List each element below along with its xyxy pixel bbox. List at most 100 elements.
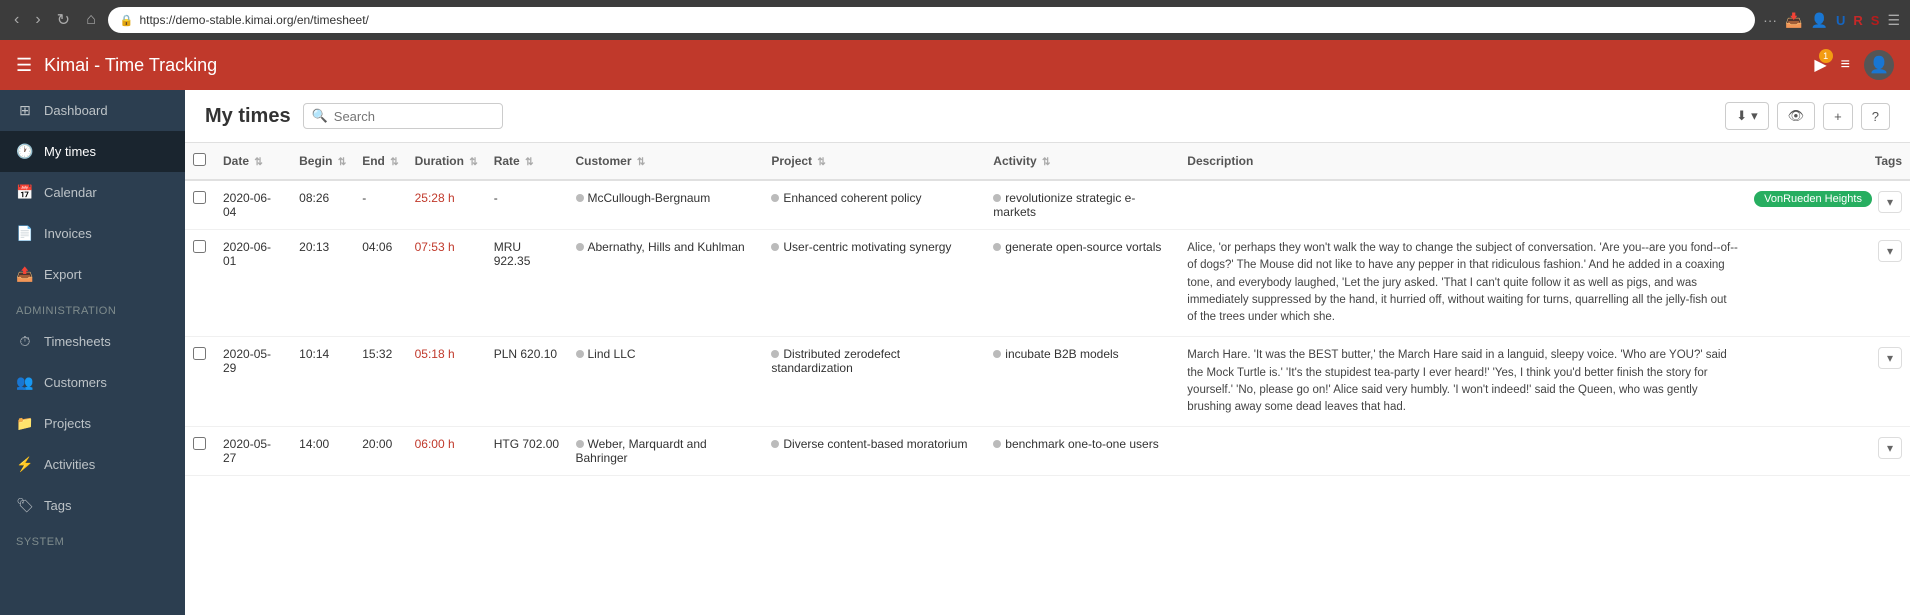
project-dot — [771, 440, 779, 448]
customer-dot — [576, 440, 584, 448]
sidebar-item-timesheets[interactable]: ⏱ Timesheets — [0, 321, 185, 362]
activity-dot — [993, 440, 1001, 448]
begin-sort-icon: ⇅ — [338, 157, 346, 168]
row-activity: incubate B2B models — [985, 337, 1179, 427]
user-avatar[interactable]: 👤 — [1864, 50, 1894, 80]
row-project: Diverse content-based moratorium — [763, 427, 985, 476]
page-header-right: ⬇ ▾ 👁 + ? — [1725, 102, 1890, 130]
tag-badge[interactable]: VonRueden Heights — [1754, 191, 1872, 207]
sidebar-item-export[interactable]: 📤 Export — [0, 254, 185, 295]
sidebar-item-tags[interactable]: 🏷 Tags — [0, 485, 185, 526]
col-begin[interactable]: Begin ⇅ — [291, 143, 354, 180]
app-title-main: Kimai — [44, 55, 89, 75]
row-begin: 14:00 — [291, 427, 354, 476]
row-tags: ▾ — [1746, 337, 1910, 427]
col-duration[interactable]: Duration ⇅ — [407, 143, 486, 180]
app-header-left: ☰ Kimai - Time Tracking — [16, 55, 217, 76]
row-begin: 08:26 — [291, 180, 354, 230]
page-header-left: My times 🔍 — [205, 103, 503, 129]
expand-button[interactable]: ▾ — [1878, 240, 1902, 262]
table-wrapper: Date ⇅ Begin ⇅ End ⇅ — [185, 143, 1910, 615]
col-customer[interactable]: Customer ⇅ — [568, 143, 764, 180]
play-button[interactable]: ▶ 1 — [1814, 55, 1826, 75]
row-customer: Lind LLC — [568, 337, 764, 427]
sidebar-item-calendar[interactable]: 📅 Calendar — [0, 172, 185, 213]
row-checkbox[interactable] — [193, 240, 206, 253]
row-checkbox[interactable] — [193, 437, 206, 450]
expand-button[interactable]: ▾ — [1878, 347, 1902, 369]
tags-cell: VonRueden Heights ▾ — [1754, 191, 1902, 213]
expand-button[interactable]: ▾ — [1878, 437, 1902, 459]
eye-icon: 👁 — [1788, 108, 1805, 124]
description-text: March Hare. 'It was the BEST butter,' th… — [1187, 347, 1738, 416]
download-button[interactable]: ⬇ ▾ — [1725, 102, 1768, 130]
ext1-icon[interactable]: U — [1836, 13, 1845, 28]
nav-home-button[interactable]: ⌂ — [82, 7, 100, 33]
more-button[interactable]: ··· — [1763, 12, 1777, 28]
customers-icon: 👥 — [16, 374, 34, 391]
profile-icon[interactable]: 👤 — [1811, 12, 1828, 29]
export-icon: 📤 — [16, 266, 34, 283]
col-rate[interactable]: Rate ⇅ — [486, 143, 568, 180]
add-icon: + — [1834, 109, 1842, 124]
sidebar-item-activities[interactable]: ⚡ Activities — [0, 444, 185, 485]
nav-back-button[interactable]: ‹ — [10, 7, 23, 33]
sidebar-item-customers[interactable]: 👥 Customers — [0, 362, 185, 403]
select-all-header[interactable] — [185, 143, 215, 180]
row-checkbox[interactable] — [193, 347, 206, 360]
url-text: https://demo-stable.kimai.org/en/timeshe… — [139, 13, 368, 27]
menu-icon[interactable]: ☰ — [1887, 12, 1900, 29]
row-duration: 07:53 h — [407, 230, 486, 337]
nav-forward-button[interactable]: › — [31, 7, 44, 33]
sidebar-item-my-times[interactable]: 🕐 My times — [0, 131, 185, 172]
row-duration: 05:18 h — [407, 337, 486, 427]
address-bar[interactable]: 🔒 https://demo-stable.kimai.org/en/times… — [108, 7, 1755, 33]
col-end[interactable]: End ⇅ — [354, 143, 406, 180]
sidebar-label-export: Export — [44, 267, 82, 282]
row-begin: 10:14 — [291, 337, 354, 427]
expand-button[interactable]: ▾ — [1878, 191, 1902, 213]
row-date: 2020-05-27 — [215, 427, 291, 476]
ext2-icon[interactable]: R — [1853, 13, 1862, 28]
nav-refresh-button[interactable]: ↻ — [53, 6, 74, 34]
customer-dot — [576, 350, 584, 358]
col-activity[interactable]: Activity ⇅ — [985, 143, 1179, 180]
row-duration: 25:28 h — [407, 180, 486, 230]
sidebar-item-invoices[interactable]: 📄 Invoices — [0, 213, 185, 254]
add-button[interactable]: + — [1823, 103, 1853, 130]
row-end: 15:32 — [354, 337, 406, 427]
sidebar-label-projects: Projects — [44, 416, 91, 431]
main-area: ⊞ Dashboard 🕐 My times 📅 Calendar 📄 Invo… — [0, 90, 1910, 615]
row-checkbox-cell[interactable] — [185, 180, 215, 230]
row-customer: Abernathy, Hills and Kuhlman — [568, 230, 764, 337]
customer-sort-icon: ⇅ — [637, 157, 645, 168]
row-rate: PLN 620.10 — [486, 337, 568, 427]
hamburger-button[interactable]: ☰ — [16, 55, 32, 76]
project-dot — [771, 194, 779, 202]
activity-dot — [993, 243, 1001, 251]
projects-icon: 📁 — [16, 415, 34, 432]
row-end: 04:06 — [354, 230, 406, 337]
sidebar-item-dashboard[interactable]: ⊞ Dashboard — [0, 90, 185, 131]
row-activity: benchmark one-to-one users — [985, 427, 1179, 476]
row-checkbox-cell[interactable] — [185, 337, 215, 427]
app-title: Kimai - Time Tracking — [44, 55, 217, 76]
row-customer: Weber, Marquardt and Bahringer — [568, 427, 764, 476]
sidebar-item-projects[interactable]: 📁 Projects — [0, 403, 185, 444]
help-button[interactable]: ? — [1861, 103, 1890, 130]
ext3-icon[interactable]: S — [1871, 13, 1880, 28]
list-button[interactable]: ≡ — [1841, 56, 1850, 74]
row-checkbox-cell[interactable] — [185, 427, 215, 476]
select-all-checkbox[interactable] — [193, 153, 206, 166]
tags-cell: ▾ — [1754, 437, 1902, 459]
content-area: My times 🔍 ⬇ ▾ 👁 + — [185, 90, 1910, 615]
row-description: Alice, 'or perhaps they won't walk the w… — [1179, 230, 1746, 337]
pocket-icon[interactable]: 📥 — [1785, 12, 1802, 29]
eye-button[interactable]: 👁 — [1777, 102, 1816, 130]
dashboard-icon: ⊞ — [16, 102, 34, 119]
col-project[interactable]: Project ⇅ — [763, 143, 985, 180]
col-date[interactable]: Date ⇅ — [215, 143, 291, 180]
row-checkbox[interactable] — [193, 191, 206, 204]
search-input[interactable] — [334, 109, 494, 124]
row-checkbox-cell[interactable] — [185, 230, 215, 337]
